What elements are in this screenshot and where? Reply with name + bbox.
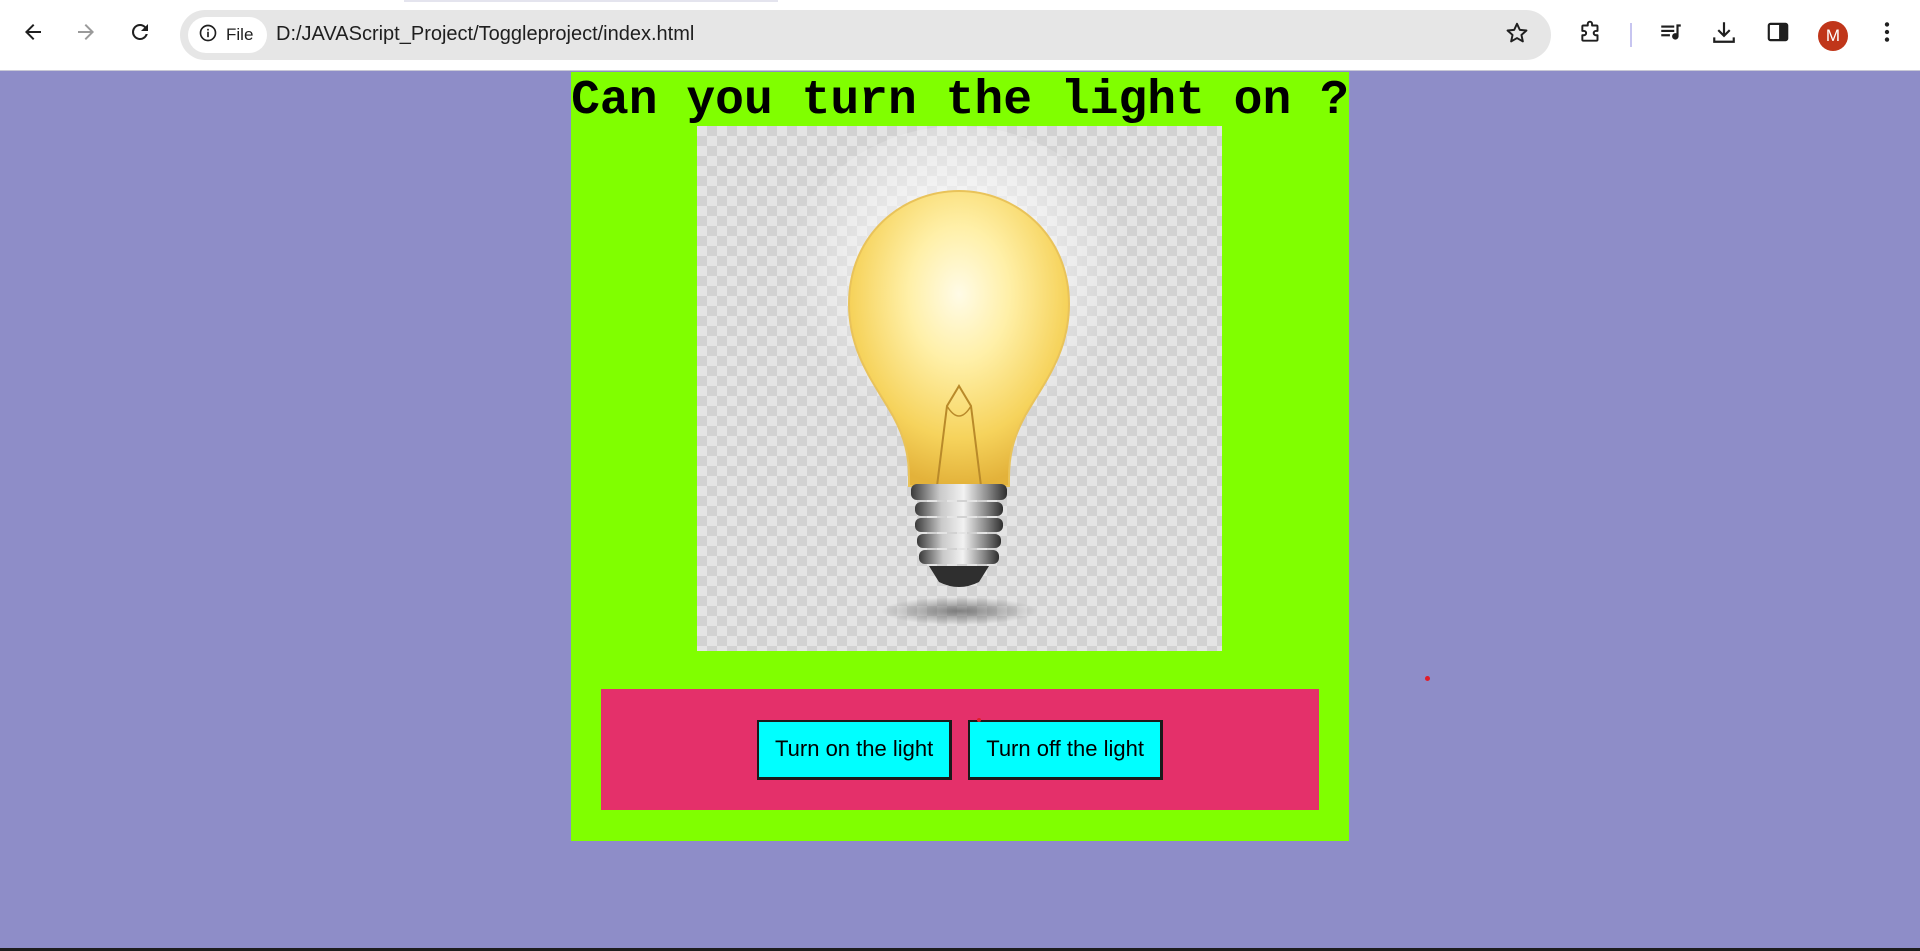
media-button[interactable] bbox=[1653, 16, 1689, 52]
toggle-card: Can you turn the light on ? Turn on the … bbox=[571, 72, 1349, 841]
reload-button[interactable] bbox=[122, 16, 158, 52]
bookmark-button[interactable] bbox=[1503, 21, 1531, 49]
site-info-chip[interactable]: File bbox=[188, 17, 268, 53]
site-info-label: File bbox=[226, 25, 254, 44]
turn-on-button[interactable]: Turn on the light bbox=[757, 719, 953, 780]
toolbar-divider bbox=[1630, 23, 1632, 47]
arrow-left-icon bbox=[21, 20, 45, 49]
cursor-dot bbox=[1425, 676, 1430, 681]
profile-avatar[interactable]: M bbox=[1818, 21, 1848, 51]
tab-strip-accent bbox=[404, 0, 778, 2]
media-queue-icon bbox=[1658, 19, 1684, 50]
side-panel-button[interactable] bbox=[1760, 16, 1796, 52]
reload-icon bbox=[128, 20, 152, 49]
light-bulb-image bbox=[697, 126, 1222, 651]
kebab-menu-icon bbox=[1874, 19, 1900, 50]
browser-menu-button[interactable] bbox=[1869, 16, 1905, 52]
puzzle-piece-icon bbox=[1578, 19, 1604, 50]
address-bar[interactable]: File D:/JAVAScript_Project/Toggleproject… bbox=[180, 10, 1551, 60]
downloads-button[interactable] bbox=[1706, 16, 1742, 52]
light-bulb-icon bbox=[769, 126, 1149, 625]
back-button[interactable] bbox=[15, 16, 51, 52]
cursor-dot-small bbox=[977, 718, 981, 722]
star-icon bbox=[1504, 20, 1530, 51]
arrow-right-icon bbox=[74, 20, 98, 49]
forward-button[interactable] bbox=[68, 16, 104, 52]
download-icon bbox=[1711, 19, 1737, 50]
info-circle-icon bbox=[198, 23, 218, 48]
side-panel-icon bbox=[1765, 19, 1791, 50]
browser-toolbar: File D:/JAVAScript_Project/Toggleproject… bbox=[0, 0, 1920, 71]
url-text[interactable]: D:/JAVAScript_Project/Toggleproject/inde… bbox=[276, 23, 694, 46]
page-heading: Can you turn the light on ? bbox=[571, 74, 1349, 128]
button-panel: Turn on the light Turn off the light bbox=[601, 689, 1319, 810]
turn-off-button[interactable]: Turn off the light bbox=[968, 719, 1163, 780]
extensions-button[interactable] bbox=[1573, 16, 1609, 52]
